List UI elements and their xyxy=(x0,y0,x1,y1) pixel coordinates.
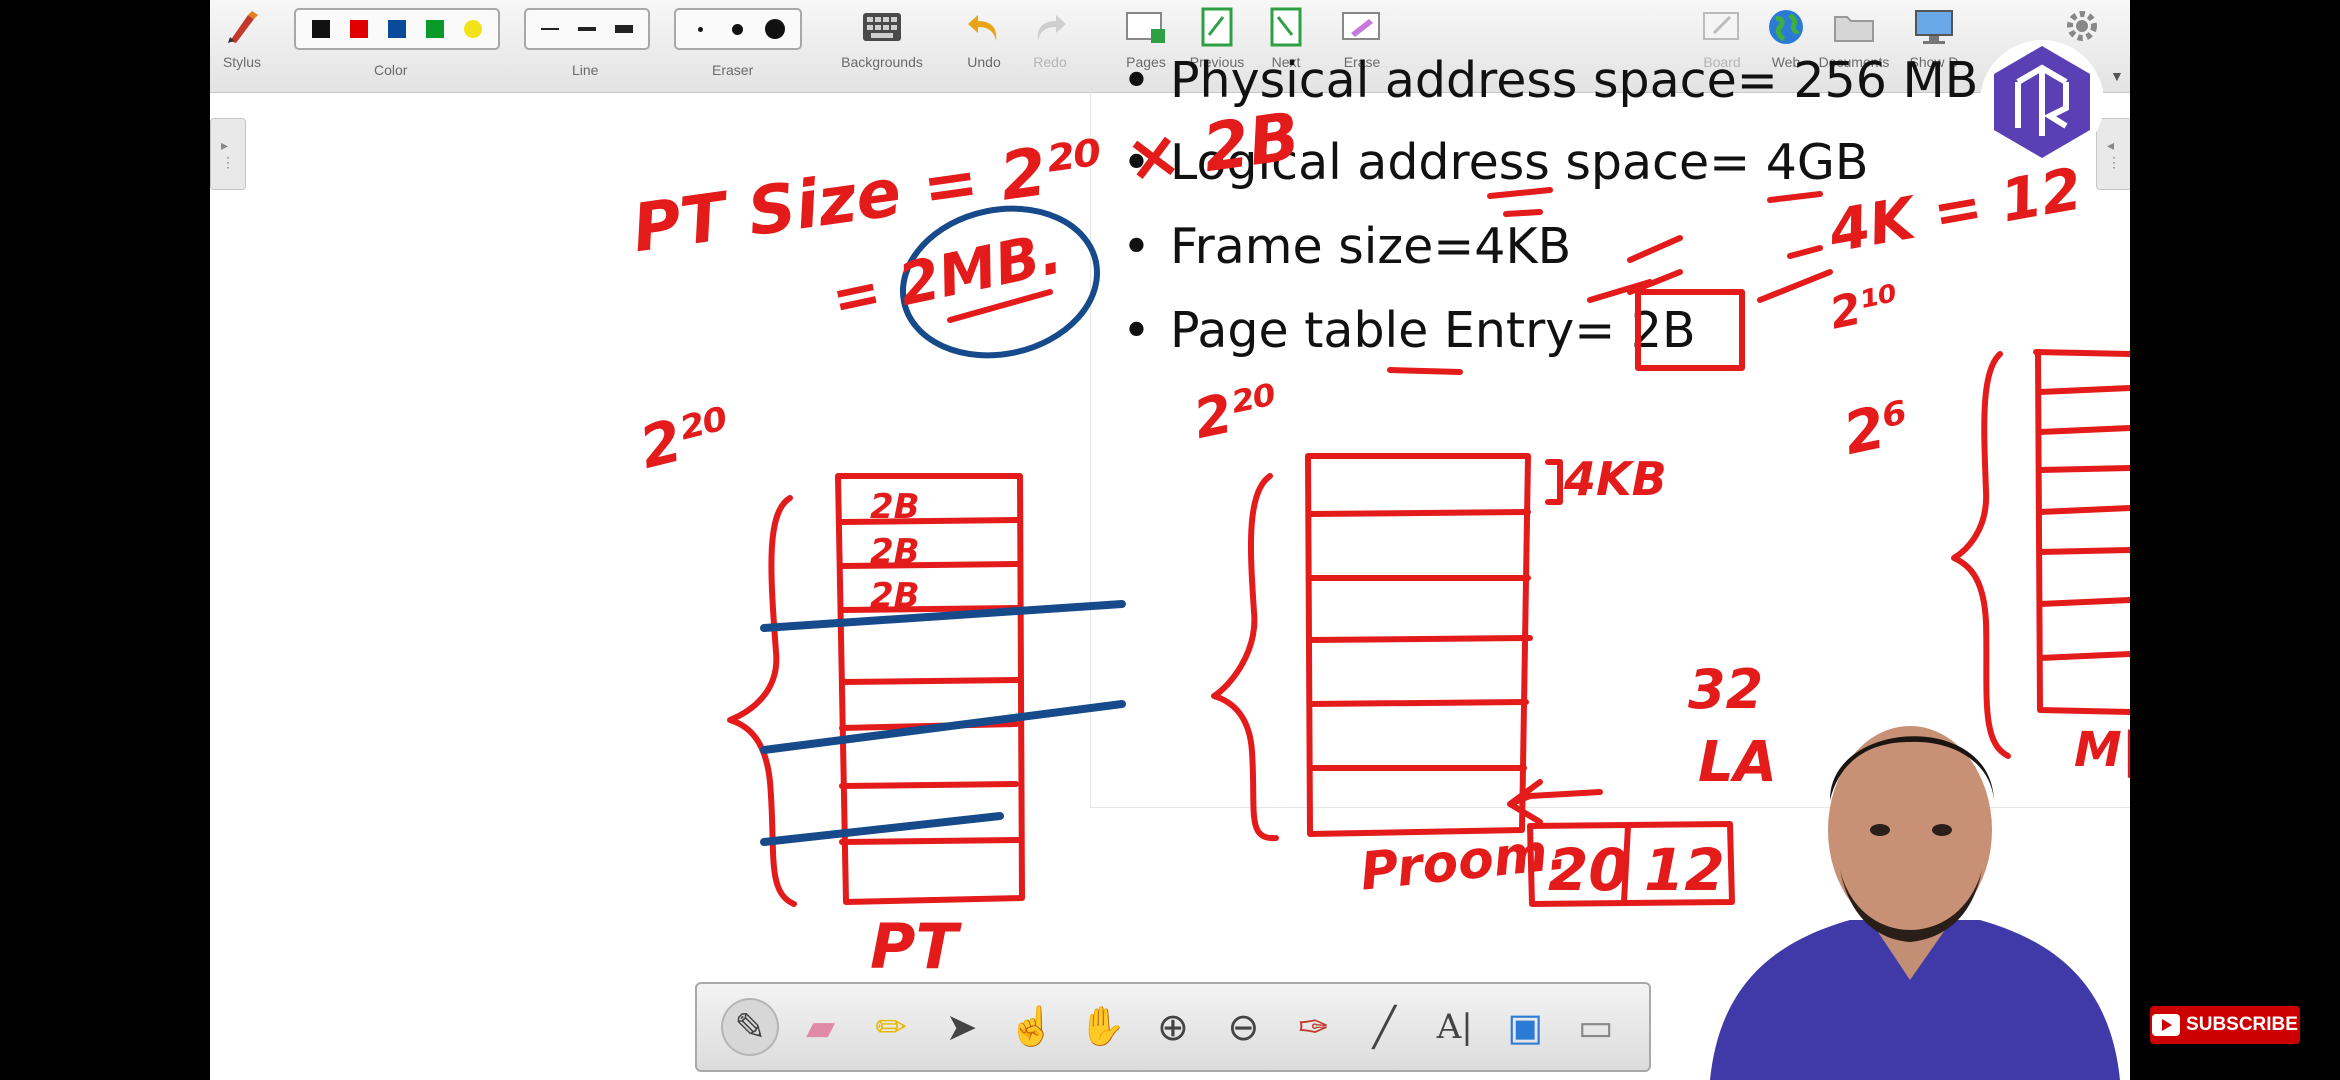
undo-button[interactable]: Undo xyxy=(956,6,1012,86)
bottom-toolbar: ✎ ▰ ✏ ➤ ☝ ✋ ⊕ ⊖ ✑ ╱ A| ▣ ▭ xyxy=(695,982,1651,1072)
presenter-webcam xyxy=(1710,726,2120,1080)
eraser-large[interactable] xyxy=(760,16,790,42)
previous-page-icon xyxy=(1196,6,1238,48)
line-medium[interactable] xyxy=(573,16,601,42)
laser-pen-icon: ✑ xyxy=(1297,1006,1330,1049)
keyboard-button[interactable]: ▭ xyxy=(1567,998,1625,1056)
frame-size-annotation: 4KB xyxy=(1564,452,1667,506)
eraser-medium[interactable] xyxy=(723,16,753,42)
undo-icon xyxy=(963,6,1005,48)
swatch-green xyxy=(426,20,444,38)
zoom-in-button[interactable]: ⊕ xyxy=(1144,998,1202,1056)
pt-label: PT xyxy=(870,910,958,983)
folder-icon xyxy=(1833,6,1875,48)
redo-icon xyxy=(1029,6,1071,48)
color-swatch-black[interactable] xyxy=(308,16,334,42)
cursor-icon: ➤ xyxy=(945,1006,978,1049)
eraser-icon: ▰ xyxy=(806,1006,836,1049)
channel-logo xyxy=(1980,40,2104,164)
text-icon: A| xyxy=(1436,1007,1473,1047)
keyboard-icon: ▭ xyxy=(1577,1006,1614,1049)
swatch-black xyxy=(312,20,330,38)
swatch-red xyxy=(350,20,368,38)
keyboard-grid-icon xyxy=(861,6,903,48)
whiteboard-app: Stylus Color Line Eraser Backgrounds Und… xyxy=(210,0,2130,1080)
pt-entry-2: 2B xyxy=(870,532,920,572)
eraser-size-group xyxy=(674,8,802,50)
pt-entry-1: 2B xyxy=(870,487,920,527)
color-swatch-green[interactable] xyxy=(422,16,448,42)
stylus-icon xyxy=(221,6,263,48)
globe-icon xyxy=(1765,6,1807,48)
pan-hand-icon: ✋ xyxy=(1078,1006,1127,1048)
memory-frames-count: 2⁶ xyxy=(1837,387,1917,469)
color-swatch-red[interactable] xyxy=(346,16,372,42)
pt-entry-3: 2B xyxy=(870,576,920,616)
redo-button[interactable]: Redo xyxy=(1022,6,1078,86)
hand-pointer-icon: ☝ xyxy=(1008,1006,1056,1048)
youtube-play-icon xyxy=(2152,1014,2181,1036)
color-swatch-yellow[interactable] xyxy=(460,16,486,42)
toolbar-overflow-icon[interactable]: ▼ xyxy=(2110,68,2124,84)
text-tool-button[interactable]: A| xyxy=(1426,998,1484,1056)
screen-capture-button[interactable]: ▣ xyxy=(1496,998,1554,1056)
line-icon: ╱ xyxy=(1372,1006,1396,1049)
pen-tool-button[interactable]: ✎ xyxy=(721,998,780,1056)
swatch-yellow xyxy=(464,20,482,38)
monitor-icon xyxy=(1913,6,1955,48)
hand-pointer-button[interactable]: ☝ xyxy=(1003,998,1061,1056)
screen-capture-icon: ▣ xyxy=(1507,1006,1544,1049)
highlighter-icon: ✏ xyxy=(875,1006,908,1049)
eraser-tool-button[interactable]: ▰ xyxy=(792,998,850,1056)
zoom-out-icon: ⊖ xyxy=(1227,1006,1260,1049)
pan-button[interactable]: ✋ xyxy=(1073,998,1131,1056)
line-tool-button[interactable]: ╱ xyxy=(1355,998,1413,1056)
line-thin[interactable] xyxy=(536,16,564,42)
pages-icon xyxy=(1125,6,1167,48)
la-page-field: 20 xyxy=(1548,836,1629,904)
erase-page-icon xyxy=(1341,6,1383,48)
line-thick[interactable] xyxy=(610,16,638,42)
eraser-small[interactable] xyxy=(686,16,716,42)
line-width-group xyxy=(524,8,650,50)
color-label: Color xyxy=(374,62,408,78)
stylus-button[interactable]: Stylus xyxy=(212,6,272,86)
laser-pen-button[interactable]: ✑ xyxy=(1285,998,1343,1056)
zoom-out-button[interactable]: ⊖ xyxy=(1214,998,1272,1056)
highlighter-button[interactable]: ✏ xyxy=(862,998,920,1056)
subscribe-button[interactable]: SUBSCRIBE xyxy=(2150,1006,2300,1044)
line-label: Line xyxy=(572,62,599,78)
select-pointer-button[interactable]: ➤ xyxy=(933,998,991,1056)
next-page-icon xyxy=(1265,6,1307,48)
color-palette xyxy=(294,8,500,50)
color-swatch-blue[interactable] xyxy=(384,16,410,42)
swatch-blue xyxy=(388,20,406,38)
backgrounds-button[interactable]: Backgrounds xyxy=(832,6,932,86)
board-icon xyxy=(1701,6,1743,48)
zoom-in-icon: ⊕ xyxy=(1157,1006,1189,1049)
eraser-label: Eraser xyxy=(712,62,754,78)
pen-icon: ✎ xyxy=(734,1006,767,1049)
